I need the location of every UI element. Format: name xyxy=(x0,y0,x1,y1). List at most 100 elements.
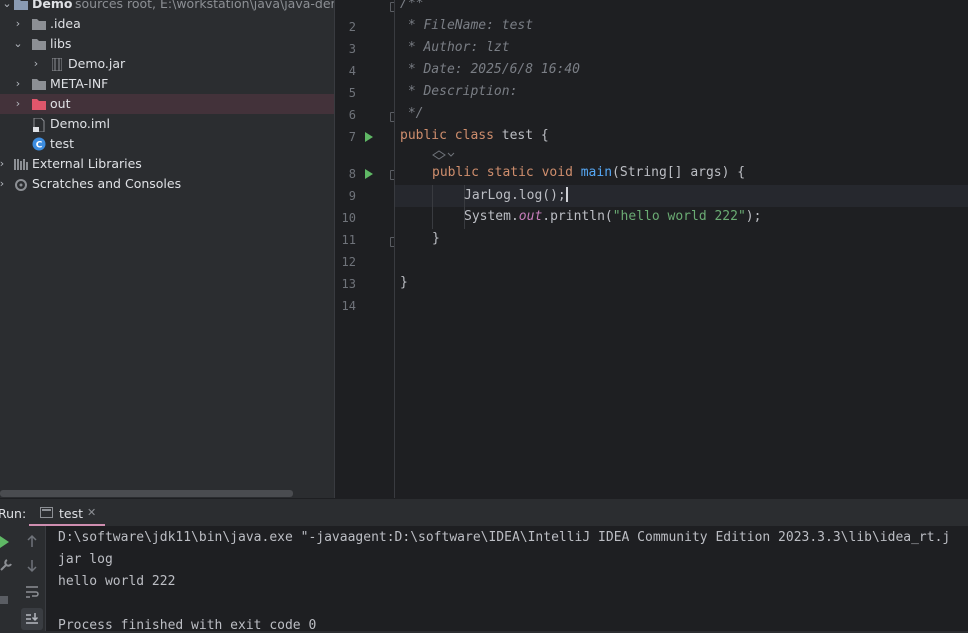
line-number: 13 xyxy=(341,277,356,291)
chevron-right-icon[interactable]: › xyxy=(13,74,23,94)
chevron-right-icon[interactable]: › xyxy=(31,54,41,74)
comment-line: /** xyxy=(400,0,424,11)
code-line-println: System.out.println("hello world 222"); xyxy=(464,209,761,224)
chevron-down-icon[interactable]: ⌄ xyxy=(2,0,12,14)
wrench-icon[interactable] xyxy=(0,559,12,571)
closing-brace: } xyxy=(400,275,408,290)
console-output[interactable]: D:\software\jdk11\bin\java.exe "-javaage… xyxy=(0,526,968,633)
chevron-right-icon[interactable]: › xyxy=(0,174,7,194)
jar-icon xyxy=(52,58,62,71)
inlay-hint-icon[interactable] xyxy=(432,149,456,161)
line-number: 7 xyxy=(348,130,356,144)
string-literal: "hello world 222" xyxy=(612,209,746,224)
text-caret xyxy=(565,187,568,202)
tree-item-demo-iml[interactable]: Demo.iml xyxy=(0,114,334,134)
tree-item-label: .idea xyxy=(50,16,81,31)
line-number: 14 xyxy=(341,299,356,313)
run-toolbar xyxy=(0,526,46,631)
tab-test[interactable]: test ✕ xyxy=(29,499,105,527)
run-panel-header: Run: test ✕ xyxy=(0,498,968,527)
scroll-end-button[interactable] xyxy=(21,608,43,630)
method-declaration: public static void main(String[] args) { xyxy=(432,165,745,180)
line-number: 9 xyxy=(348,189,356,203)
tree-item-label: Scratches and Consoles xyxy=(32,176,182,191)
project-tree: ⌄ Demo sources root, E:\workstation\java… xyxy=(0,0,392,498)
comment-line: */ xyxy=(400,106,424,121)
line-number: 4 xyxy=(348,64,356,78)
tree-item-label: External Libraries xyxy=(32,156,142,171)
close-icon[interactable]: ✕ xyxy=(87,506,96,519)
scroll-end-icon xyxy=(26,613,39,624)
indent-guide xyxy=(432,185,433,229)
tree-item-label: Demo.jar xyxy=(68,56,126,71)
code-text: JarLog.log(); xyxy=(464,188,566,203)
tree-item-demo-jar[interactable]: › Demo.jar xyxy=(0,54,334,74)
keyword: public xyxy=(400,128,447,143)
tree-item-label: test xyxy=(50,136,75,151)
class-icon: C xyxy=(32,137,46,151)
folder-icon xyxy=(32,99,46,110)
run-icon[interactable] xyxy=(365,132,373,142)
console-line: D:\software\jdk11\bin\java.exe "-javaage… xyxy=(58,530,951,545)
editor-gutter: 2 3 4 5 6 7 8 9 10 11 12 13 14 xyxy=(334,0,420,498)
line-number: 8 xyxy=(348,167,356,181)
library-icon xyxy=(14,159,28,170)
method-name: main xyxy=(580,165,613,180)
code-text: .println( xyxy=(542,209,613,224)
chevron-right-icon[interactable]: › xyxy=(13,14,23,34)
wrap-icon[interactable] xyxy=(25,585,39,599)
arrow-down-icon[interactable] xyxy=(26,559,38,573)
tree-item-scratches[interactable]: › Scratches and Consoles xyxy=(0,174,334,194)
tree-item-label: META-INF xyxy=(50,76,109,91)
code-line-jarlog: JarLog.log(); xyxy=(464,187,568,203)
line-number: 6 xyxy=(348,108,356,122)
tree-item-test[interactable]: C test xyxy=(0,134,334,154)
line-number: 3 xyxy=(348,42,356,56)
code-editor[interactable]: /** * FileName: test * Author: lzt * Dat… xyxy=(394,0,968,498)
tree-item-label: Demo xyxy=(32,0,73,11)
tab-label: test xyxy=(59,506,84,521)
comment-line: * Author: lzt xyxy=(400,40,510,55)
chevron-down-icon[interactable]: ⌄ xyxy=(13,34,23,54)
console-line: hello world 222 xyxy=(58,574,176,589)
svg-text:C: C xyxy=(36,141,43,151)
chevron-right-icon[interactable]: › xyxy=(13,94,23,114)
class-declaration: public class test { xyxy=(400,128,549,143)
tree-item-external-libraries[interactable]: › External Libraries xyxy=(0,154,334,174)
line-number: 11 xyxy=(341,233,356,247)
line-number: 5 xyxy=(348,86,356,100)
keyword: void xyxy=(541,165,573,180)
console-icon xyxy=(40,507,53,518)
comment-line: * Date: 2025/6/8 16:40 xyxy=(400,62,581,77)
tree-item-label: out xyxy=(50,96,71,111)
folder-icon xyxy=(32,19,46,30)
keyword: static xyxy=(486,165,534,180)
keyword: public xyxy=(432,165,479,180)
folder-icon xyxy=(32,39,46,50)
static-field: out xyxy=(518,209,543,224)
tree-item-root[interactable]: ⌄ Demo sources root, E:\workstation\java… xyxy=(0,0,392,14)
tree-item-out[interactable]: › out xyxy=(0,94,334,114)
tree-item-label: Demo.iml xyxy=(50,116,111,131)
code-text: ); xyxy=(745,209,762,224)
line-number: 2 xyxy=(348,20,356,34)
file-icon xyxy=(33,118,45,132)
tree-item-libs[interactable]: ⌄ libs xyxy=(0,34,334,54)
class-name: test { xyxy=(501,128,549,143)
run-label: Run: xyxy=(0,506,27,521)
closing-brace: } xyxy=(432,231,440,246)
rerun-icon[interactable] xyxy=(0,536,9,548)
horizontal-scrollbar[interactable] xyxy=(0,490,293,497)
line-number: 10 xyxy=(341,211,356,225)
comment-line: * Description: xyxy=(400,84,518,99)
run-icon[interactable] xyxy=(365,169,373,179)
folder-icon xyxy=(32,79,46,90)
comment-line: * FileName: test xyxy=(400,18,534,33)
chevron-right-icon[interactable]: › xyxy=(0,154,7,174)
tree-item-meta-inf[interactable]: › META-INF xyxy=(0,74,334,94)
tree-item-label: libs xyxy=(50,36,72,51)
method-params: (String[] args) { xyxy=(612,165,746,180)
arrow-up-icon[interactable] xyxy=(26,534,38,548)
tree-item-idea[interactable]: › .idea xyxy=(0,14,334,34)
stop-icon[interactable] xyxy=(0,596,8,604)
